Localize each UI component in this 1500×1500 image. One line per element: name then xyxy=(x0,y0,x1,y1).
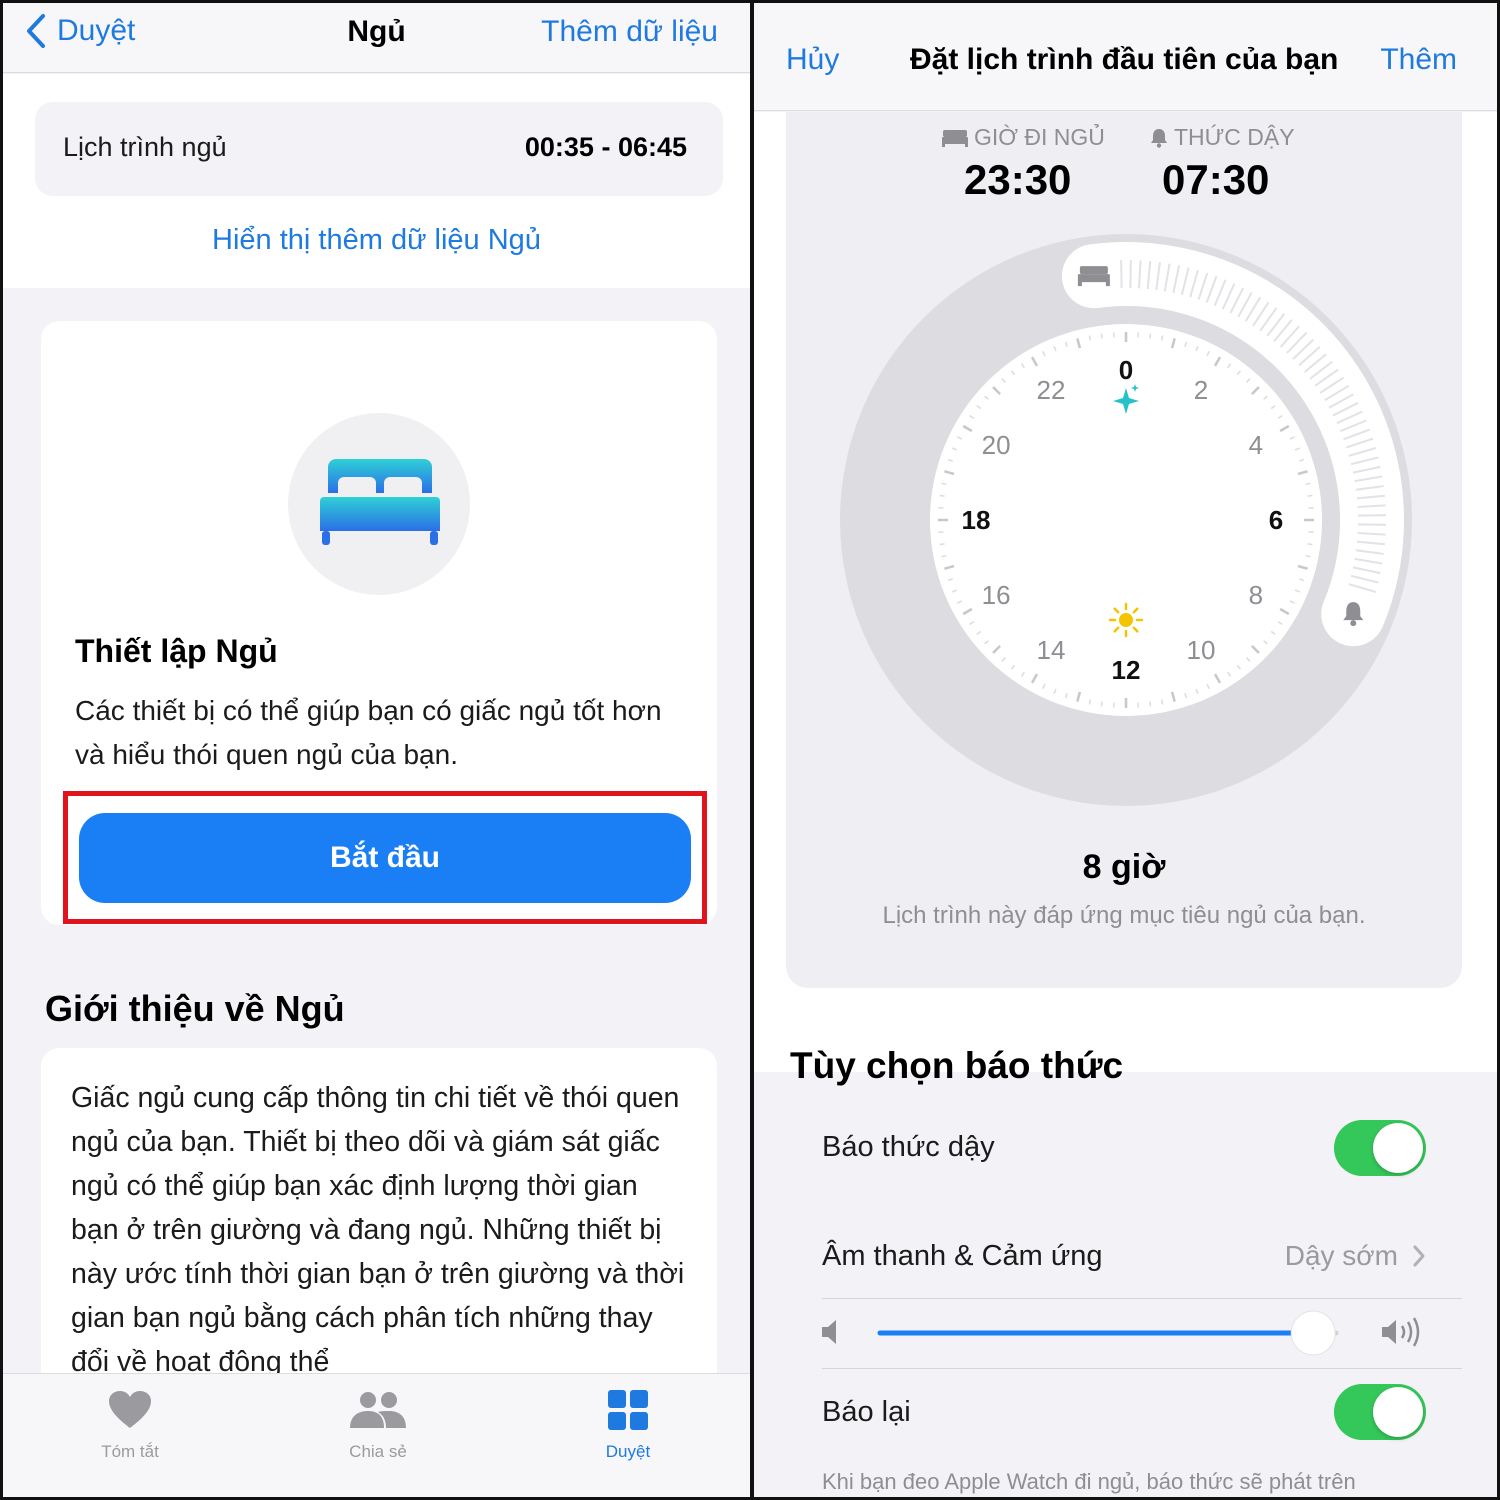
tab-browse[interactable]: Duyệt xyxy=(553,1386,703,1462)
clock-tick xyxy=(1088,699,1092,705)
alarm-options-title: Tùy chọn báo thức xyxy=(790,1045,1124,1086)
hour-label-14: 14 xyxy=(1037,635,1066,665)
hour-label-4: 4 xyxy=(1249,430,1263,460)
alarm-settings-group: Âm thanh & Cảm ứng Dậy sớm Báo lại xyxy=(786,1210,1462,1455)
sleep-schedule-value: 00:35 - 06:45 xyxy=(524,132,687,162)
tab-sharing[interactable]: Chia sẻ xyxy=(303,1386,453,1462)
heart-icon xyxy=(55,1386,205,1434)
about-sleep-title: Giới thiệu về Ngủ xyxy=(45,988,345,1029)
wake-label: THỨC DẬY xyxy=(1150,124,1295,151)
clock-tick xyxy=(1305,554,1311,558)
clock-tick xyxy=(1307,494,1313,497)
arc-hatch xyxy=(1129,260,1132,289)
schedule-editor: GIỜ ĐI NGỦ 23:30 THỨC DẬY 07:30 0 2 4 6 8 10 1… xyxy=(754,112,1497,1072)
sleep-browse-screen: Duyệt Ngủ Thêm dữ liệu Lịch trình ngủ 00… xyxy=(0,0,750,1500)
toggle-knob xyxy=(1373,1387,1423,1437)
tab-browse-label: Duyệt xyxy=(605,1442,651,1461)
wake-alarm-row: Báo thức dậy xyxy=(786,1103,1462,1193)
volume-slider[interactable] xyxy=(866,1305,1366,1361)
separator xyxy=(822,1368,1462,1369)
volume-knob[interactable] xyxy=(1290,1310,1336,1356)
clock-tick xyxy=(941,482,947,486)
add-data-button[interactable]: Thêm dữ liệu xyxy=(541,15,718,49)
volume-high-icon xyxy=(1382,1317,1420,1347)
clock-tick xyxy=(939,494,945,497)
clock-tick xyxy=(1160,699,1164,705)
schedule-section: Lịch trình ngủ 00:35 - 06:45 Hiển thị th… xyxy=(3,74,750,288)
tab-summary-label: Tóm tắt xyxy=(101,1442,159,1461)
chevron-right-icon xyxy=(1413,1245,1425,1267)
clock-tick xyxy=(1149,333,1152,339)
clock-tick xyxy=(1307,543,1313,546)
hour-label-8: 8 xyxy=(1249,580,1263,610)
snooze-label: Báo lại xyxy=(822,1396,911,1428)
tab-summary[interactable]: Tóm tắt xyxy=(55,1386,205,1462)
sound-haptics-label[interactable]: Âm thanh & Cảm ứng xyxy=(822,1240,1103,1273)
sleep-duration-note: Lịch trình này đáp ứng mục tiêu ngủ của … xyxy=(882,902,1366,929)
alarm-footnote: Khi bạn đeo Apple Watch đi ngủ, báo thức… xyxy=(822,1469,1356,1494)
hour-label-10: 10 xyxy=(1187,635,1216,665)
clock-tick xyxy=(1088,335,1092,341)
hour-label-22: 22 xyxy=(1037,375,1066,405)
start-button[interactable]: Bắt đầu xyxy=(79,813,691,903)
sound-value-text: Dậy sớm xyxy=(1284,1240,1398,1271)
show-more-sleep-data-link[interactable]: Hiển thị thêm dữ liệu Ngủ xyxy=(3,224,750,257)
about-sleep-card: Giấc ngủ cung cấp thông tin chi tiết về … xyxy=(41,1048,717,1378)
arc-hatch xyxy=(1120,260,1123,289)
tab-sharing-label: Chia sẻ xyxy=(349,1442,407,1461)
wake-label-text: THỨC DẬY xyxy=(1174,124,1295,150)
nav-bar: Duyệt Ngủ Thêm dữ liệu xyxy=(3,3,750,73)
people-icon xyxy=(303,1386,453,1434)
wake-alarm-toggle[interactable] xyxy=(1334,1120,1426,1176)
setup-description: Các thiết bị có thể giúp bạn có giấc ngủ… xyxy=(75,695,662,770)
sun-icon xyxy=(1108,602,1144,638)
hour-label-2: 2 xyxy=(1194,375,1208,405)
clock-tick xyxy=(1149,701,1152,707)
bell-icon xyxy=(1151,128,1167,148)
clock-tick xyxy=(1100,701,1103,707)
hour-label-12: 12 xyxy=(1112,655,1141,685)
hour-label-18: 18 xyxy=(962,505,991,535)
clock-tick xyxy=(941,554,947,558)
add-button[interactable]: Thêm xyxy=(1380,43,1457,77)
clock-tick xyxy=(1160,335,1164,341)
cancel-button[interactable]: Hủy xyxy=(786,43,839,77)
volume-low-icon xyxy=(822,1320,836,1344)
grid-icon xyxy=(553,1386,703,1434)
nav-bar: Hủy Đặt lịch trình đầu tiên của bạn Thêm xyxy=(754,3,1497,111)
bed-icon xyxy=(942,129,968,147)
clock-tick xyxy=(1305,482,1311,486)
sound-haptics-value[interactable]: Dậy sớm xyxy=(1285,1240,1426,1272)
bed-icon xyxy=(288,413,470,595)
sleep-schedule-label: Lịch trình ngủ xyxy=(63,132,227,162)
page-title: Đặt lịch trình đầu tiên của bạn xyxy=(910,43,1339,76)
arc-hatch xyxy=(1357,514,1386,517)
wake-value[interactable]: 07:30 xyxy=(1162,156,1269,204)
wake-alarm-label: Báo thức dậy xyxy=(822,1131,995,1163)
hour-label-16: 16 xyxy=(982,580,1011,610)
tab-bar: Tóm tắt Chia sẻ Duyệt xyxy=(3,1373,750,1497)
clock-tick xyxy=(1100,333,1103,339)
clock-tick xyxy=(939,543,945,546)
sleep-schedule-row[interactable]: Lịch trình ngủ 00:35 - 06:45 xyxy=(35,102,723,196)
bedtime-label: GIỜ ĐI NGỦ xyxy=(942,124,1105,151)
sleep-clock-dial[interactable]: 0 2 4 6 8 10 12 14 16 18 20 22 xyxy=(836,230,1416,810)
setup-sleep-card: Thiết lập Ngủ Các thiết bị có thể giúp b… xyxy=(41,321,717,925)
clock-card: GIỜ ĐI NGỦ 23:30 THỨC DẬY 07:30 0 2 4 6 8 10 1… xyxy=(786,112,1462,988)
snooze-toggle[interactable] xyxy=(1334,1384,1426,1440)
hour-label-6: 6 xyxy=(1269,505,1283,535)
setup-title: Thiết lập Ngủ xyxy=(75,633,278,669)
arc-hatch xyxy=(1357,523,1386,526)
bedtime-value[interactable]: 23:30 xyxy=(964,156,1071,204)
first-schedule-screen: Hủy Đặt lịch trình đầu tiên của bạn Thêm… xyxy=(754,0,1500,1500)
about-sleep-text: Giấc ngủ cung cấp thông tin chi tiết về … xyxy=(71,1082,685,1378)
hour-label-0: 0 xyxy=(1119,355,1133,385)
hour-label-20: 20 xyxy=(982,430,1011,460)
bedtime-label-text: GIỜ ĐI NGỦ xyxy=(974,124,1105,150)
separator xyxy=(822,1298,1462,1299)
sleep-duration: 8 giờ xyxy=(1082,848,1166,886)
toggle-knob xyxy=(1373,1123,1423,1173)
